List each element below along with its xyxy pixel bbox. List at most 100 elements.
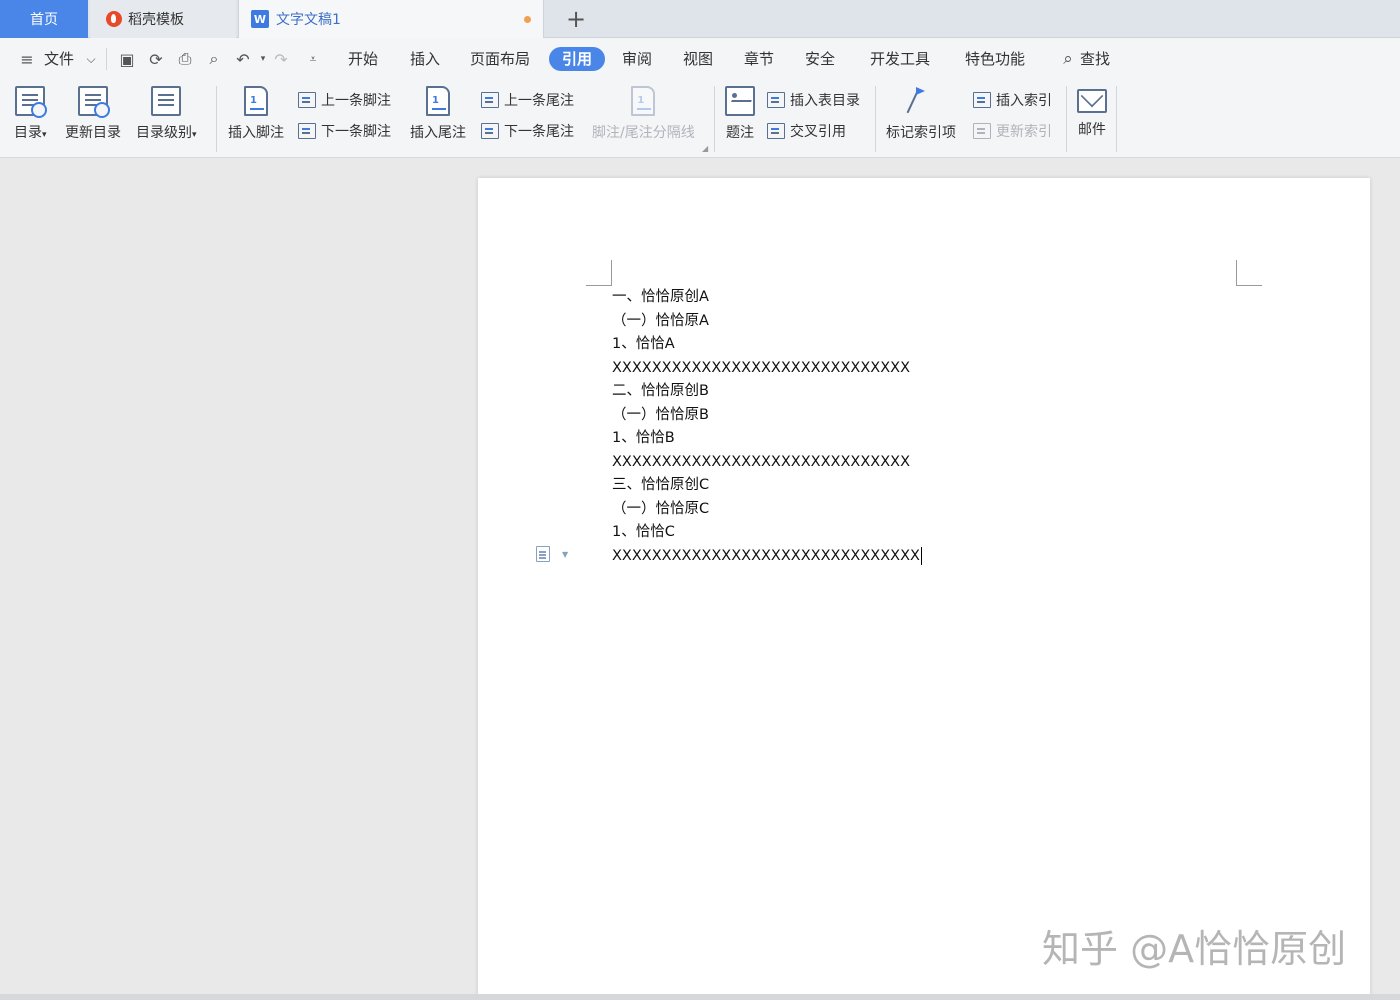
document-canvas[interactable]: ▼ 一、恰恰原创A （一）恰恰原A 1、恰恰A XXXXXXXXXXXXXXXX… bbox=[0, 158, 1400, 1000]
document-body[interactable]: 一、恰恰原创A （一）恰恰原A 1、恰恰A XXXXXXXXXXXXXXXXXX… bbox=[612, 286, 923, 569]
toc-level-icon bbox=[151, 86, 182, 116]
caption-button[interactable]: 题注 bbox=[725, 86, 755, 142]
next-endnote-button[interactable]: 下一条尾注 bbox=[481, 120, 574, 142]
heading-2[interactable]: （一）恰恰原B bbox=[612, 404, 922, 428]
insert-footnote-icon bbox=[244, 86, 268, 116]
next-footnote-label: 下一条脚注 bbox=[321, 124, 391, 140]
mark-index-entry-button[interactable]: 标记索引项 bbox=[886, 86, 956, 142]
menu-insert[interactable]: 插入 bbox=[410, 47, 440, 71]
prev-footnote-button[interactable]: 上一条脚注 bbox=[298, 89, 391, 111]
mail-button[interactable]: 邮件 bbox=[1077, 86, 1107, 139]
footnote-separator-button[interactable]: 脚注/尾注分隔线 bbox=[592, 86, 695, 142]
cross-reference-button[interactable]: 交叉引用 bbox=[767, 120, 846, 142]
paragraph-options-dropdown-icon[interactable]: ▼ bbox=[562, 550, 568, 559]
insert-footnote-button[interactable]: 插入脚注 bbox=[228, 86, 284, 142]
print-preview-icon[interactable]: ⌕ bbox=[203, 48, 225, 70]
file-dropdown-chevron-icon[interactable]: ⌵ bbox=[80, 48, 102, 70]
insert-index-button[interactable]: 插入索引 bbox=[973, 89, 1052, 111]
menu-section[interactable]: 章节 bbox=[744, 47, 774, 71]
hamburger-menu-icon[interactable]: ≡ bbox=[16, 48, 38, 70]
body-text[interactable]: XXXXXXXXXXXXXXXXXXXXXXXXXXXXXX bbox=[612, 357, 922, 381]
heading-2[interactable]: （一）恰恰原C bbox=[612, 498, 922, 522]
next-footnote-icon bbox=[298, 123, 316, 139]
insert-index-label: 插入索引 bbox=[996, 93, 1052, 109]
watermark: 知乎 @A恰恰原创 bbox=[1042, 927, 1347, 971]
body-text-last[interactable]: XXXXXXXXXXXXXXXXXXXXXXXXXXXXXXX bbox=[612, 545, 923, 569]
menu-developer[interactable]: 开发工具 bbox=[870, 47, 930, 71]
body-text-last-content: XXXXXXXXXXXXXXXXXXXXXXXXXXXXXXX bbox=[612, 547, 920, 564]
mark-index-flag-icon bbox=[906, 86, 936, 116]
cross-reference-icon bbox=[767, 123, 785, 139]
status-bar bbox=[0, 994, 1400, 1000]
insert-footnote-label: 插入脚注 bbox=[228, 125, 284, 141]
insert-endnote-icon bbox=[426, 86, 450, 116]
menu-review[interactable]: 审阅 bbox=[622, 47, 652, 71]
text-cursor bbox=[920, 546, 923, 565]
mark-index-entry-label: 标记索引项 bbox=[886, 125, 956, 141]
save-icon[interactable]: ▣ bbox=[116, 48, 138, 70]
body-text[interactable]: XXXXXXXXXXXXXXXXXXXXXXXXXXXXXX bbox=[612, 451, 922, 475]
prev-endnote-icon bbox=[481, 92, 499, 108]
insert-table-of-figures-button[interactable]: 插入表目录 bbox=[767, 89, 860, 111]
mail-label: 邮件 bbox=[1078, 122, 1106, 138]
heading-3[interactable]: 1、恰恰A bbox=[612, 333, 922, 357]
dialog-launcher-icon[interactable]: ◢ bbox=[702, 144, 708, 153]
search-icon[interactable]: ⌕ bbox=[1057, 48, 1079, 70]
update-index-label: 更新索引 bbox=[996, 124, 1052, 140]
heading-1[interactable]: 二、恰恰原创B bbox=[612, 380, 922, 404]
document-page[interactable]: ▼ 一、恰恰原创A （一）恰恰原A 1、恰恰A XXXXXXXXXXXXXXXX… bbox=[478, 178, 1370, 1000]
tab-document-label: 文字文稿1 bbox=[276, 12, 341, 28]
menu-security[interactable]: 安全 bbox=[805, 47, 835, 71]
ribbon-divider bbox=[1116, 86, 1117, 152]
insert-endnote-button[interactable]: 插入尾注 bbox=[410, 86, 466, 142]
toc-label: 目录▾ bbox=[14, 125, 47, 141]
update-toc-button[interactable]: 更新目录 bbox=[65, 86, 121, 142]
menu-references[interactable]: 引用 bbox=[549, 47, 606, 71]
next-footnote-button[interactable]: 下一条脚注 bbox=[298, 120, 391, 142]
file-menu[interactable]: 文件 bbox=[44, 47, 74, 71]
heading-3[interactable]: 1、恰恰C bbox=[612, 521, 922, 545]
menu-page-layout[interactable]: 页面布局 bbox=[470, 47, 530, 71]
redo-icon[interactable]: ↷ bbox=[270, 48, 292, 70]
daoke-logo-icon bbox=[106, 11, 122, 27]
heading-1[interactable]: 三、恰恰原创C bbox=[612, 474, 922, 498]
undo-icon[interactable]: ↶ bbox=[232, 48, 254, 70]
tab-home[interactable]: 首页 bbox=[0, 0, 88, 38]
toc-button[interactable]: 目录▾ bbox=[14, 86, 48, 142]
tab-template[interactable]: 稻壳模板 bbox=[90, 0, 236, 38]
insert-table-of-figures-label: 插入表目录 bbox=[790, 93, 860, 109]
margin-corner-top-left bbox=[586, 260, 612, 286]
menu-features[interactable]: 特色功能 bbox=[965, 47, 1025, 71]
update-toc-label: 更新目录 bbox=[65, 125, 121, 141]
tab-document[interactable]: W 文字文稿1 bbox=[238, 0, 544, 38]
caption-label: 题注 bbox=[726, 125, 754, 141]
ribbon-divider bbox=[714, 86, 715, 152]
tab-template-label: 稻壳模板 bbox=[128, 12, 184, 28]
heading-1[interactable]: 一、恰恰原创A bbox=[612, 286, 922, 310]
format-painter-icon[interactable]: ⟳ bbox=[145, 48, 167, 70]
paragraph-options-icon[interactable] bbox=[536, 546, 550, 562]
prev-endnote-label: 上一条尾注 bbox=[504, 93, 574, 109]
update-index-button[interactable]: 更新索引 bbox=[973, 120, 1052, 142]
prev-footnote-icon bbox=[298, 92, 316, 108]
toc-icon bbox=[15, 86, 48, 118]
toc-level-label: 目录级别▾ bbox=[136, 125, 197, 141]
insert-index-icon bbox=[973, 92, 991, 108]
search-label[interactable]: 查找 bbox=[1080, 47, 1110, 71]
toc-level-button[interactable]: 目录级别▾ bbox=[136, 86, 197, 142]
menu-view[interactable]: 视图 bbox=[683, 47, 713, 71]
margin-corner-top-right bbox=[1236, 260, 1262, 286]
writer-doc-icon: W bbox=[251, 10, 269, 28]
cross-reference-label: 交叉引用 bbox=[790, 124, 846, 140]
footnote-separator-icon bbox=[631, 86, 656, 116]
add-tab-button[interactable]: + bbox=[562, 5, 590, 33]
menu-start[interactable]: 开始 bbox=[348, 47, 378, 71]
table-of-figures-icon bbox=[767, 92, 785, 108]
tab-home-label: 首页 bbox=[30, 12, 58, 28]
heading-2[interactable]: （一）恰恰原A bbox=[612, 310, 922, 334]
customize-toolbar-icon[interactable]: ⩡ bbox=[302, 48, 324, 70]
print-icon[interactable]: ⎙ bbox=[174, 48, 196, 70]
prev-endnote-button[interactable]: 上一条尾注 bbox=[481, 89, 574, 111]
unsaved-dot-icon bbox=[524, 16, 531, 23]
heading-3[interactable]: 1、恰恰B bbox=[612, 427, 922, 451]
